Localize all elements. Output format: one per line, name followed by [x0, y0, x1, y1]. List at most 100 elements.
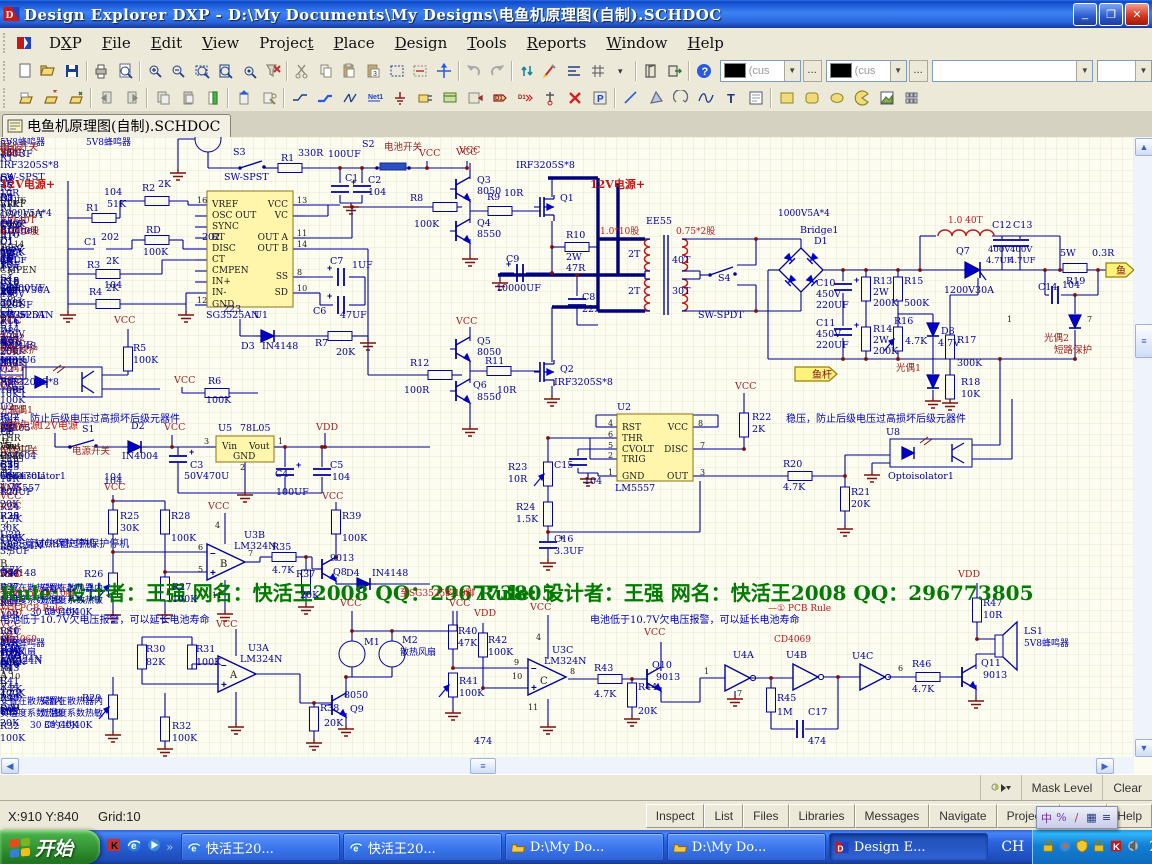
- sheet-entry-icon[interactable]: [462, 86, 487, 110]
- taskbar-button--20-[interactable]: e快活王20...: [181, 833, 340, 861]
- menu-design[interactable]: Design: [385, 31, 458, 55]
- menu-dxp[interactable]: DXP: [39, 31, 92, 55]
- tray-antivirus-k-icon[interactable]: K: [1109, 838, 1123, 857]
- language-indicator[interactable]: CH: [993, 839, 1032, 855]
- paste-recall-icon[interactable]: 3: [361, 59, 385, 83]
- zoom-doc-icon[interactable]: [214, 59, 238, 83]
- bezier-icon[interactable]: [693, 86, 718, 110]
- tab-schematic-document[interactable]: 电鱼机原理图(自制).SCHDOC: [2, 114, 231, 137]
- minimize-button[interactable]: _: [1073, 3, 1097, 26]
- arc-icon[interactable]: [668, 86, 693, 110]
- mask-level-button[interactable]: Mask Level: [1021, 775, 1103, 801]
- grid-hash-icon[interactable]: [586, 59, 610, 83]
- clip-copy-icon[interactable]: [150, 86, 175, 110]
- zoom-out-icon[interactable]: [166, 59, 190, 83]
- quicklaunch-ie-icon[interactable]: e: [126, 837, 142, 857]
- quicklaunch-media-icon[interactable]: [146, 837, 162, 857]
- vertical-scroll-thumb[interactable]: ≡: [1135, 324, 1152, 358]
- tray-lock-yellow-icon[interactable]: [1092, 838, 1106, 857]
- language-bar[interactable]: 中%/▦≡: [1036, 806, 1118, 829]
- clip-paste-icon[interactable]: [175, 86, 200, 110]
- undo-icon[interactable]: [462, 59, 486, 83]
- scroll-down-button[interactable]: ▼: [1135, 739, 1152, 757]
- move-cross-icon[interactable]: [432, 59, 456, 83]
- grid-menu-icon[interactable]: ▾: [609, 59, 633, 83]
- lib-make-icon[interactable]: [639, 59, 663, 83]
- panel-button-navigate[interactable]: Navigate: [929, 804, 996, 828]
- doc-green-icon[interactable]: [200, 86, 225, 110]
- color-dropdown-2[interactable]: (cus▼: [826, 60, 907, 82]
- rect-icon[interactable]: [774, 86, 799, 110]
- quicklaunch-launcher-icon[interactable]: K: [106, 837, 122, 857]
- scroll-up-button[interactable]: ▲: [1135, 138, 1152, 156]
- menu-window[interactable]: Window: [596, 31, 677, 55]
- menu-edit[interactable]: Edit: [141, 31, 192, 55]
- taskbar-button--20-[interactable]: e快活王20...: [343, 833, 502, 861]
- tray-lock-yellow-icon[interactable]: [1041, 838, 1055, 857]
- pcb-rule-icon[interactable]: P: [587, 86, 612, 110]
- no-erc-icon[interactable]: [562, 86, 587, 110]
- panel-button-files[interactable]: Files: [743, 804, 788, 828]
- round-rect-icon[interactable]: [799, 86, 824, 110]
- menu-grip[interactable]: [3, 33, 10, 53]
- help-icon[interactable]: ?: [692, 59, 716, 83]
- filter-clear-icon[interactable]: [261, 59, 285, 83]
- schematic-canvas[interactable]: +++++++++鱼杆鱼–+–+–+5V8蜂鸣器S3SW-SPSTR1330R1…: [0, 137, 1134, 757]
- doc-prev-icon[interactable]: [94, 86, 119, 110]
- doc-up-icon[interactable]: [231, 86, 256, 110]
- zoom-in-icon[interactable]: [143, 59, 167, 83]
- text-frame-icon[interactable]: [743, 86, 768, 110]
- panel-button-libraries[interactable]: Libraries: [789, 804, 855, 828]
- menu-view[interactable]: View: [192, 31, 249, 55]
- taskbar-button-d-my-do-[interactable]: D:\My Do...: [667, 833, 826, 861]
- sort-updown-icon[interactable]: [515, 59, 539, 83]
- vertical-scrollbar[interactable]: ▲ ≡ ▼: [1134, 137, 1152, 757]
- color-browse-button[interactable]: ...: [909, 60, 928, 82]
- part-icon[interactable]: [412, 86, 437, 110]
- horizontal-scrollbar[interactable]: ◀ ≡ ▶: [0, 757, 1134, 774]
- off-sheet-icon[interactable]: D1: [512, 86, 537, 110]
- panel-button-messages[interactable]: Messages: [855, 804, 930, 828]
- panel-button-list[interactable]: List: [704, 804, 743, 828]
- menu-project[interactable]: Project: [249, 31, 323, 55]
- clear-button[interactable]: Clear: [1102, 775, 1152, 801]
- port-icon[interactable]: D1: [487, 86, 512, 110]
- new-icon[interactable]: [13, 59, 37, 83]
- wire-icon[interactable]: [287, 86, 312, 110]
- taskbar-button-design-e-[interactable]: DDesign E...: [829, 833, 988, 861]
- open-icon[interactable]: [36, 59, 60, 83]
- color-browse-button[interactable]: ...: [803, 60, 822, 82]
- doc-new-icon[interactable]: *: [38, 86, 63, 110]
- quicklaunch-chevron[interactable]: »: [166, 840, 173, 854]
- tray-shield-yellow-icon[interactable]: [1075, 838, 1089, 857]
- doc-next-icon[interactable]: [119, 86, 144, 110]
- taskbar-button-d-my-do-[interactable]: D:\My Do...: [505, 833, 664, 861]
- pie-icon[interactable]: [849, 86, 874, 110]
- restore-button[interactable]: ❐: [1099, 3, 1123, 26]
- lib-extract-icon[interactable]: [663, 59, 687, 83]
- scroll-right-button[interactable]: ▶: [1096, 758, 1114, 774]
- menu-file[interactable]: File: [92, 31, 141, 55]
- print-icon[interactable]: [90, 59, 114, 83]
- menu-tools[interactable]: Tools: [457, 31, 516, 55]
- copy-icon[interactable]: [314, 59, 338, 83]
- doc-tools-icon[interactable]: [256, 86, 281, 110]
- tray-messenger-icon[interactable]: [1058, 838, 1072, 857]
- text-icon[interactable]: T: [718, 86, 743, 110]
- panel-button-inspect[interactable]: Inspect: [646, 804, 705, 828]
- menu-place[interactable]: Place: [323, 31, 384, 55]
- select-rect-icon[interactable]: [385, 59, 409, 83]
- bus-icon[interactable]: [312, 86, 337, 110]
- zoom-area-icon[interactable]: [190, 59, 214, 83]
- scale-dropdown[interactable]: ▼: [1097, 60, 1152, 82]
- wizard-pencil-icon[interactable]: [539, 59, 563, 83]
- selection-filter-dropdown[interactable]: ▼: [932, 60, 1094, 82]
- line-icon[interactable]: [618, 86, 643, 110]
- langbar-icon-4[interactable]: ≡: [1100, 811, 1113, 824]
- start-button[interactable]: 开始: [0, 830, 100, 864]
- menu-help[interactable]: Help: [677, 31, 733, 55]
- signal-icon[interactable]: [337, 86, 362, 110]
- net-label-icon[interactable]: Net1: [362, 86, 387, 110]
- graphic-icon[interactable]: [874, 86, 899, 110]
- close-button[interactable]: ✕: [1125, 3, 1149, 26]
